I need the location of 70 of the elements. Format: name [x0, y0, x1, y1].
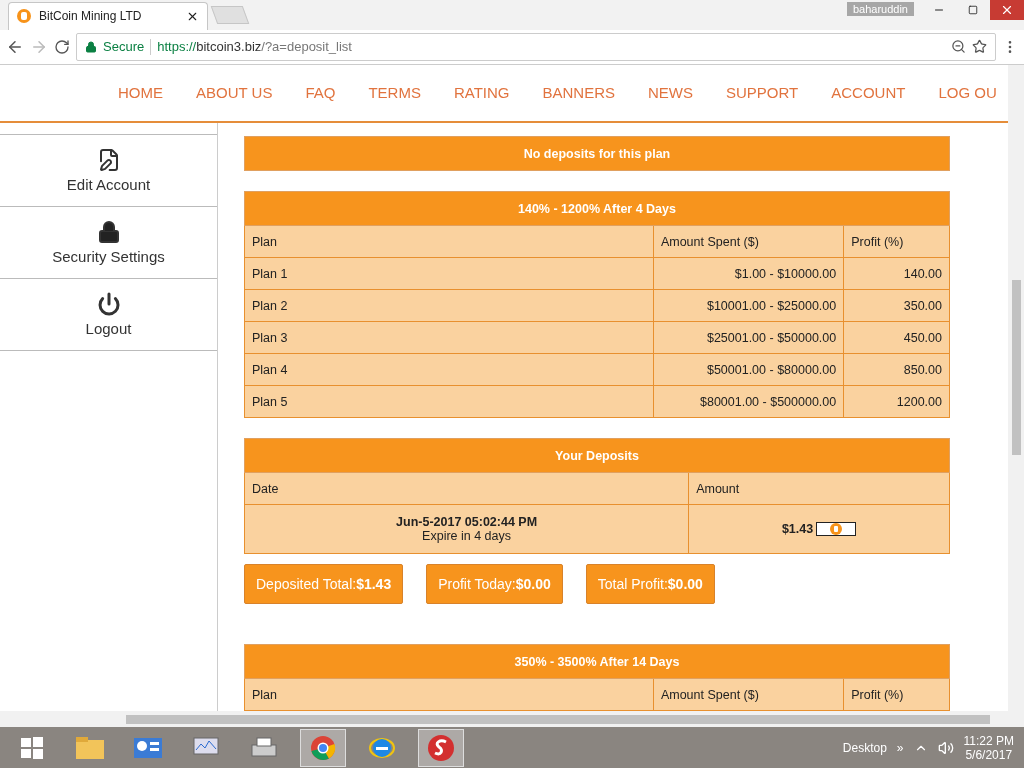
bookmark-star-icon[interactable] — [972, 39, 987, 55]
table-cell: Plan 4 — [244, 353, 654, 386]
close-icon — [1000, 3, 1014, 17]
nav-link[interactable]: ABOUT US — [196, 84, 273, 102]
column-header: Amount Spent ($) — [653, 678, 844, 711]
zoom-icon[interactable] — [951, 39, 966, 55]
column-header: Profit (%) — [843, 225, 950, 258]
table-cell: Plan 3 — [244, 321, 654, 354]
toolbar-chevron[interactable]: » — [896, 740, 904, 755]
expiry-text: Expire in 4 days — [421, 529, 513, 544]
table-cell: 350.00 — [843, 289, 950, 322]
power-icon — [96, 292, 121, 317]
table-cell: 850.00 — [843, 353, 950, 386]
nav-link[interactable]: NEWS — [648, 84, 693, 102]
column-header: Date — [244, 472, 689, 505]
nav-link[interactable]: SUPPORT — [726, 84, 799, 102]
total-badge: Deposited Total:$1.43 — [244, 564, 404, 605]
profile-name[interactable]: baharuddin — [846, 2, 914, 16]
desktop-toolbar-label[interactable]: Desktop — [842, 740, 887, 755]
column-header: Plan — [244, 678, 654, 711]
clock[interactable]: 11:22 PM 5/6/2017 — [963, 733, 1014, 762]
address-bar[interactable]: Secure https://bitcoin3.biz/?a=deposit_list — [76, 32, 996, 61]
nav-link[interactable]: RATING — [453, 84, 510, 102]
s-logo-app-icon[interactable] — [418, 728, 464, 767]
table-cell: Plan 2 — [244, 289, 654, 322]
horizontal-scrollbar[interactable] — [0, 711, 1024, 728]
table-title: Your Deposits — [244, 438, 950, 473]
table-cell: $50001.00 - $80000.00 — [653, 353, 844, 386]
nav-link[interactable]: HOME — [118, 84, 163, 102]
browser-tab[interactable]: BitCoin Mining LTD — [8, 1, 208, 30]
table-title: 350% - 3500% After 14 Days — [244, 644, 950, 679]
table-cell: $80001.00 - $500000.00 — [653, 385, 844, 418]
deposit-amount: $1.43 — [781, 521, 814, 536]
close-button[interactable] — [990, 0, 1024, 20]
table-cell: $10001.00 - $25000.00 — [653, 289, 844, 322]
speaker-icon[interactable] — [937, 739, 954, 756]
deposit-date: Jun-5-2017 05:02:44 PM — [396, 515, 538, 530]
total-badge: Profit Today:$0.00 — [426, 564, 563, 605]
secure-label: Secure — [103, 39, 145, 55]
table-cell: Plan 5 — [244, 385, 654, 418]
total-badge: Total Profit:$0.00 — [585, 564, 715, 605]
table-cell: 450.00 — [843, 321, 950, 354]
lock-icon — [85, 40, 97, 53]
windows-logo-icon — [20, 735, 44, 760]
lock-icon — [96, 220, 121, 245]
table-cell: $1.00 - $10000.00 — [653, 257, 844, 290]
table-cell: Plan 1 — [244, 257, 654, 290]
tab-title: BitCoin Mining LTD — [39, 9, 143, 24]
nav-link[interactable]: LOG OU — [938, 84, 997, 102]
chrome-icon[interactable] — [300, 728, 346, 767]
table-cell: $25001.00 - $50000.00 — [653, 321, 844, 354]
column-header: Profit (%) — [843, 678, 950, 711]
nav-link[interactable]: TERMS — [368, 84, 421, 102]
table-cell: 1200.00 — [843, 385, 950, 418]
table-cell: 140.00 — [843, 257, 950, 290]
url-text: https://bitcoin3.biz/?a=deposit_list — [157, 39, 352, 55]
nav-link[interactable]: BANNERS — [542, 84, 615, 102]
column-header: Amount Spent ($) — [653, 225, 844, 258]
notice-header: No deposits for this plan — [244, 136, 950, 171]
reload-icon[interactable] — [54, 38, 70, 55]
nav-link[interactable]: ACCOUNT — [831, 84, 906, 102]
table-title: 140% - 1200% After 4 Days — [244, 191, 950, 226]
vertical-scrollbar[interactable] — [1008, 64, 1024, 712]
nav-link[interactable]: FAQ — [305, 84, 336, 102]
sidebar-item[interactable]: Edit Account — [0, 134, 217, 207]
restore-icon — [968, 5, 978, 15]
column-header: Plan — [244, 225, 654, 258]
column-header: Amount — [688, 472, 950, 505]
sidebar-item[interactable]: Logout — [0, 278, 217, 352]
sidebar-item[interactable]: Security Settings — [0, 206, 217, 279]
